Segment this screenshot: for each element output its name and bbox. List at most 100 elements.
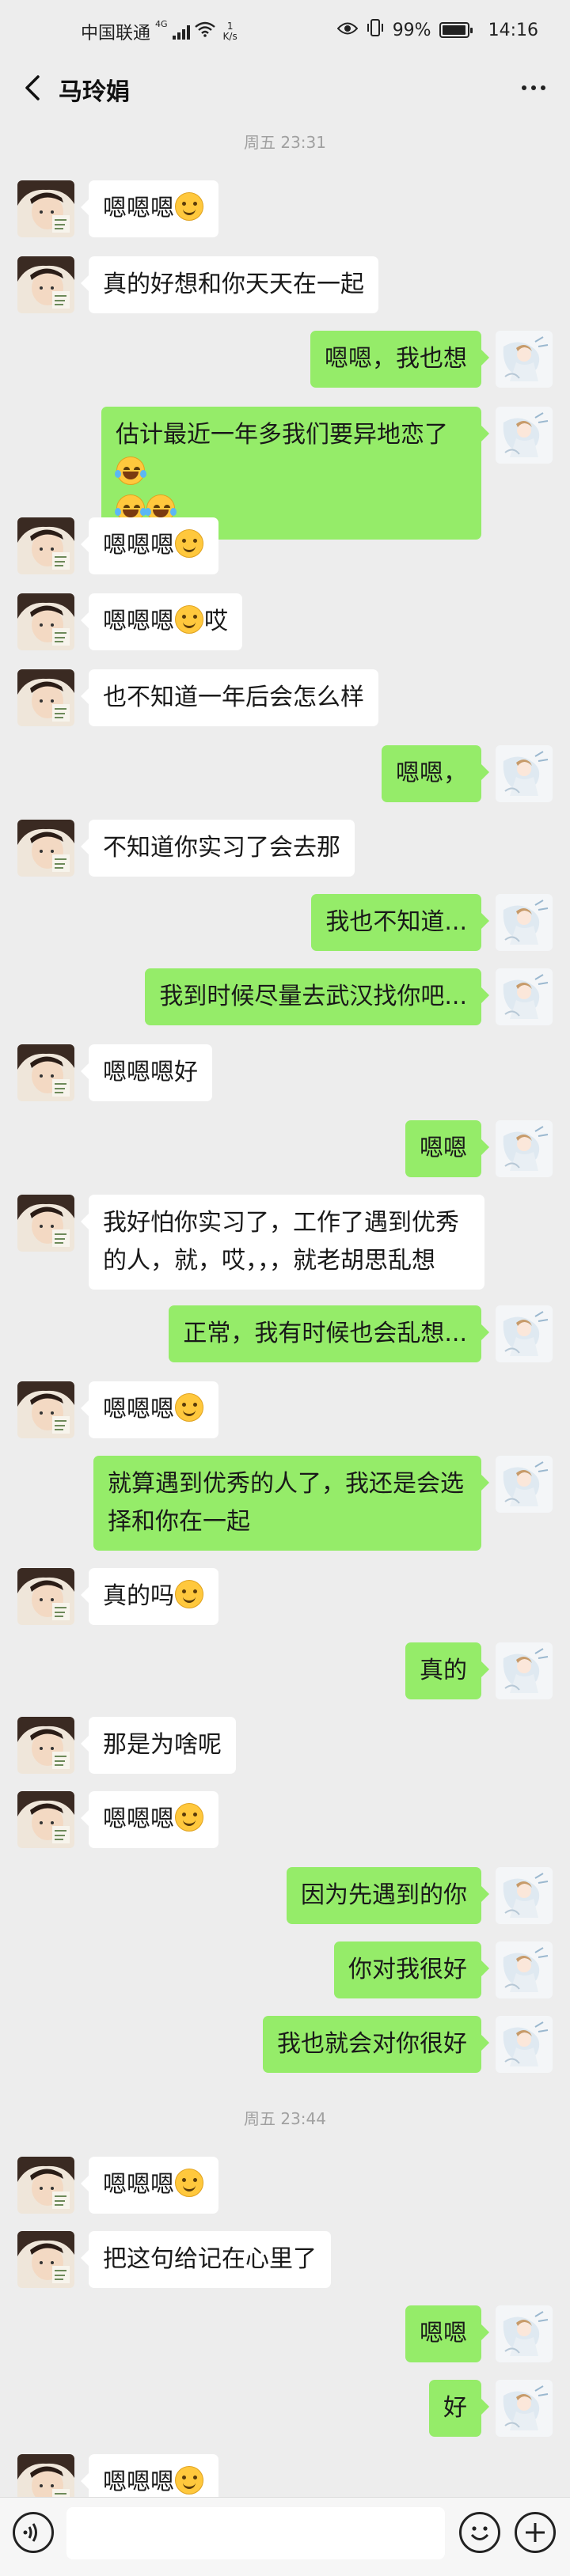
- message-bubble[interactable]: 真的好想和你天天在一起: [81, 256, 378, 313]
- signal-icon: [172, 24, 190, 40]
- chevron-left-icon[interactable]: [21, 74, 46, 101]
- avatar[interactable]: [496, 2380, 553, 2437]
- avatar[interactable]: [17, 593, 74, 650]
- avatar[interactable]: [17, 2231, 74, 2288]
- message-bubble[interactable]: 也不知道一年后会怎么样: [81, 669, 378, 726]
- message-text: 就算遇到优秀的人了，我还是会选择和你在一起: [108, 1470, 464, 1536]
- status-right: 99% 14:16: [336, 19, 538, 41]
- avatar[interactable]: [17, 180, 74, 237]
- smile-emoji-icon: [175, 2169, 203, 2197]
- vibrate-icon: [366, 19, 385, 41]
- message-text: 真的好想和你天天在一起: [103, 271, 364, 298]
- message-bubble[interactable]: 嗯嗯嗯 哎: [81, 593, 242, 650]
- avatar[interactable]: [17, 669, 74, 726]
- message-bubble[interactable]: 嗯嗯，我也想: [310, 331, 489, 388]
- message-text: 嗯嗯: [420, 1135, 467, 1162]
- avatar[interactable]: [496, 1642, 553, 1699]
- wifi-icon: [194, 21, 215, 42]
- more-dots-icon[interactable]: [516, 73, 551, 103]
- avatar[interactable]: [496, 1456, 553, 1513]
- chat-title: 马玲娟: [59, 78, 130, 106]
- net-speed: 1 K/s: [223, 21, 238, 42]
- message-text: 嗯嗯嗯好: [103, 1059, 198, 1086]
- avatar[interactable]: [496, 968, 553, 1025]
- status-left: 中国联通 4G 1 K/s: [81, 19, 238, 44]
- message-text: 我到时候尽量去武汉找你吧...: [159, 983, 467, 1010]
- message-bubble[interactable]: 不知道你实习了会去那: [81, 820, 355, 877]
- message-text: 嗯嗯嗯: [103, 608, 174, 635]
- status-bar: 中国联通 4G 1 K/s 99% 14:16: [0, 0, 570, 63]
- message-text: 估计最近一年多我们要异地恋了: [116, 421, 448, 449]
- message-text: 嗯嗯嗯: [103, 532, 174, 559]
- message-bubble[interactable]: 真的: [405, 1642, 489, 1699]
- avatar[interactable]: [496, 2305, 553, 2362]
- message-text: 正常，我有时候也会乱想...: [183, 1320, 467, 1347]
- message-bubble[interactable]: 我也不知道...: [311, 894, 489, 951]
- input-bar: [0, 2497, 570, 2576]
- message-bubble[interactable]: 嗯嗯: [405, 2305, 489, 2362]
- message-bubble[interactable]: 因为先遇到的你: [287, 1867, 489, 1924]
- avatar[interactable]: [17, 1717, 74, 1774]
- avatar[interactable]: [17, 1195, 74, 1252]
- message-bubble[interactable]: 嗯嗯嗯: [81, 1791, 218, 1848]
- message-text: 我也就会对你很好: [277, 2030, 467, 2058]
- message-bubble[interactable]: 嗯嗯嗯: [81, 180, 218, 237]
- message-bubble[interactable]: 好: [429, 2380, 489, 2437]
- chat-header: 马玲娟: [0, 63, 570, 112]
- avatar[interactable]: [496, 1305, 553, 1362]
- eye-icon: [336, 21, 359, 40]
- message-input[interactable]: [66, 2507, 445, 2559]
- avatar[interactable]: [496, 407, 553, 464]
- message-text: 哎: [204, 608, 228, 635]
- avatar[interactable]: [17, 1044, 74, 1101]
- message-text: 嗯嗯嗯: [103, 1805, 174, 1833]
- message-bubble[interactable]: 嗯嗯嗯: [81, 2157, 218, 2214]
- network-type: 4G: [155, 18, 168, 29]
- emoji-icon[interactable]: [459, 2512, 500, 2553]
- message-bubble[interactable]: 我好怕你实习了，工作了遇到优秀的人，就，哎，，，就老胡思乱想: [81, 1195, 484, 1290]
- avatar[interactable]: [496, 331, 553, 388]
- battery-fill: [442, 25, 466, 35]
- message-bubble[interactable]: 那是为啥呢: [81, 1717, 236, 1774]
- avatar[interactable]: [496, 745, 553, 802]
- timestamp: 周五 23:44: [244, 2109, 326, 2128]
- voice-icon[interactable]: [13, 2512, 54, 2553]
- message-bubble[interactable]: 嗯嗯: [405, 1120, 489, 1177]
- message-text: 嗯嗯，我也想: [325, 345, 467, 373]
- message-bubble[interactable]: 真的吗: [81, 1568, 218, 1625]
- message-bubble[interactable]: 嗯嗯嗯: [81, 517, 218, 574]
- avatar[interactable]: [17, 517, 74, 574]
- message-bubble[interactable]: 我到时候尽量去武汉找你吧...: [145, 968, 489, 1025]
- smile-emoji-icon: [175, 1803, 203, 1832]
- avatar[interactable]: [496, 1120, 553, 1177]
- plus-icon[interactable]: [515, 2512, 556, 2553]
- avatar[interactable]: [17, 1381, 74, 1438]
- avatar[interactable]: [17, 1791, 74, 1848]
- avatar[interactable]: [496, 2016, 553, 2073]
- carrier-label: 中国联通: [81, 24, 151, 44]
- message-bubble[interactable]: 你对我很好: [334, 1941, 489, 1998]
- message-text: 也不知道一年后会怎么样: [103, 684, 364, 711]
- message-bubble[interactable]: 我也就会对你很好: [263, 2016, 489, 2073]
- message-bubble[interactable]: 正常，我有时候也会乱想...: [169, 1305, 489, 1362]
- timestamp: 周五 23:31: [244, 133, 326, 152]
- smile-emoji-icon: [175, 192, 203, 221]
- message-text: 好: [443, 2394, 467, 2422]
- message-bubble[interactable]: 嗯嗯，: [382, 745, 489, 802]
- message-text: 因为先遇到的你: [301, 1881, 467, 1909]
- avatar[interactable]: [496, 1867, 553, 1924]
- message-text: 不知道你实习了会去那: [103, 834, 340, 862]
- smile-emoji-icon: [175, 1393, 203, 1422]
- avatar[interactable]: [17, 256, 74, 313]
- avatar[interactable]: [17, 2157, 74, 2214]
- avatar[interactable]: [17, 1568, 74, 1625]
- message-text: 嗯嗯嗯: [103, 195, 174, 222]
- message-bubble[interactable]: 把这句给记在心里了: [81, 2231, 331, 2288]
- avatar[interactable]: [17, 820, 74, 877]
- message-bubble[interactable]: 嗯嗯嗯好: [81, 1044, 212, 1101]
- message-text: 嗯嗯，: [396, 760, 467, 787]
- message-bubble[interactable]: 嗯嗯嗯: [81, 1381, 218, 1438]
- message-bubble[interactable]: 就算遇到优秀的人了，我还是会选择和你在一起: [93, 1456, 489, 1551]
- avatar[interactable]: [496, 894, 553, 951]
- avatar[interactable]: [496, 1941, 553, 1998]
